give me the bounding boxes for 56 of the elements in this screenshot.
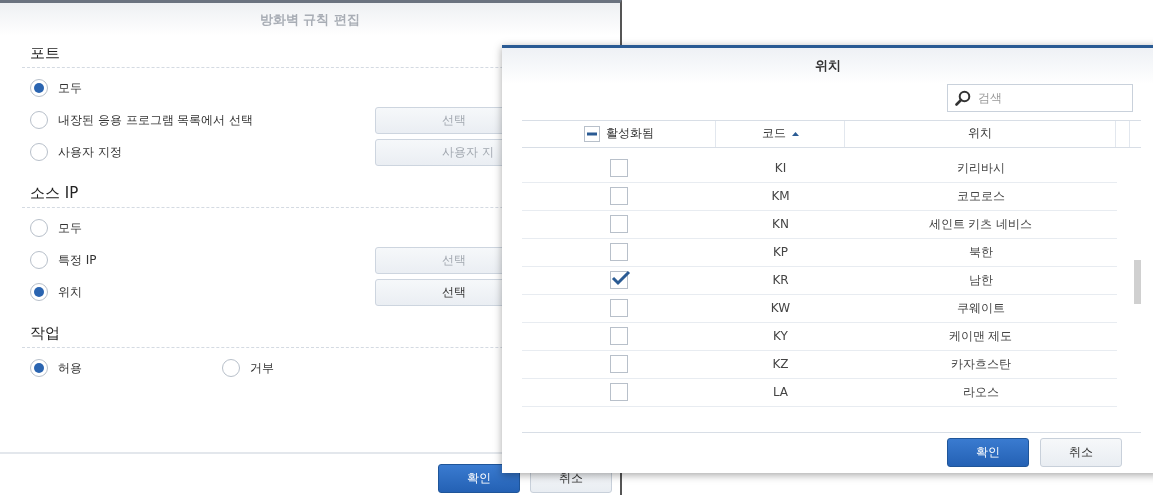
radio-button[interactable] [30,111,48,129]
column-header[interactable]: 코드 [761,125,786,143]
confirm-button[interactable]: 확인 [438,464,520,493]
column-header[interactable]: 위치 [968,125,992,143]
checkbox[interactable] [610,327,628,346]
table-cell: 세인트 키츠 네비스 [928,215,1033,233]
confirm-button[interactable]: 확인 [947,438,1029,468]
radio-button[interactable] [30,79,48,97]
table-cell: 쿠웨이트 [956,299,1005,317]
checkbox[interactable] [610,187,628,206]
table-cell: KW [770,301,791,316]
table-cell: 키리바시 [956,159,1005,177]
radio-button[interactable] [222,359,240,377]
checkbox[interactable] [610,243,628,262]
option-label: 모두 [58,79,82,97]
option-label: 허용 [58,359,82,377]
table-cell: 카자흐스탄 [950,355,1011,373]
option-label: 위치 [58,283,82,301]
checkbox[interactable] [610,159,628,178]
dialog-title: 위치 [815,56,841,75]
checkbox[interactable] [610,215,628,234]
table-cell: 남한 [968,271,993,289]
checkbox[interactable] [610,299,628,318]
search-icon [955,89,971,106]
option-label: 모두 [58,219,82,237]
radio-button[interactable] [30,283,48,301]
checkbox[interactable] [610,355,628,374]
option-label: 사용자 지정 [58,143,122,161]
table-cell: KM [771,189,790,204]
radio-button[interactable] [30,219,48,237]
radio-button[interactable] [30,251,48,269]
radio-button[interactable] [30,143,48,161]
cancel-button[interactable]: 취소 [1040,438,1122,468]
table-cell: 라오스 [962,383,999,401]
sort-up-icon [791,131,799,136]
checkbox[interactable] [610,271,628,290]
table-cell: 코모로스 [956,187,1005,205]
table-cell: KZ [772,357,789,372]
option-label: 내장된 응용 프로그램 목록에서 선택 [58,111,254,129]
column-header[interactable]: 활성화됨 [605,125,654,143]
table-cell: KI [774,161,787,176]
indeterminate-checkbox[interactable] [583,125,600,142]
option-label: 거부 [250,359,274,377]
table-cell: KN [772,217,789,232]
scrollbar-thumb[interactable] [1134,259,1141,304]
option-label: 특정 IP [58,251,97,269]
dialog-title: 방화벽 규칙 편집 [259,10,361,29]
table-cell: KP [772,245,789,260]
checkbox[interactable] [610,383,628,402]
table-cell: 북한 [968,243,993,261]
table-cell: LA [772,385,789,400]
radio-button[interactable] [30,359,48,377]
table-cell: KY [773,329,788,344]
table-cell: 케이맨 제도 [948,327,1013,345]
table-cell: KR [772,273,789,288]
search-field[interactable]: 검색 [947,83,1133,112]
